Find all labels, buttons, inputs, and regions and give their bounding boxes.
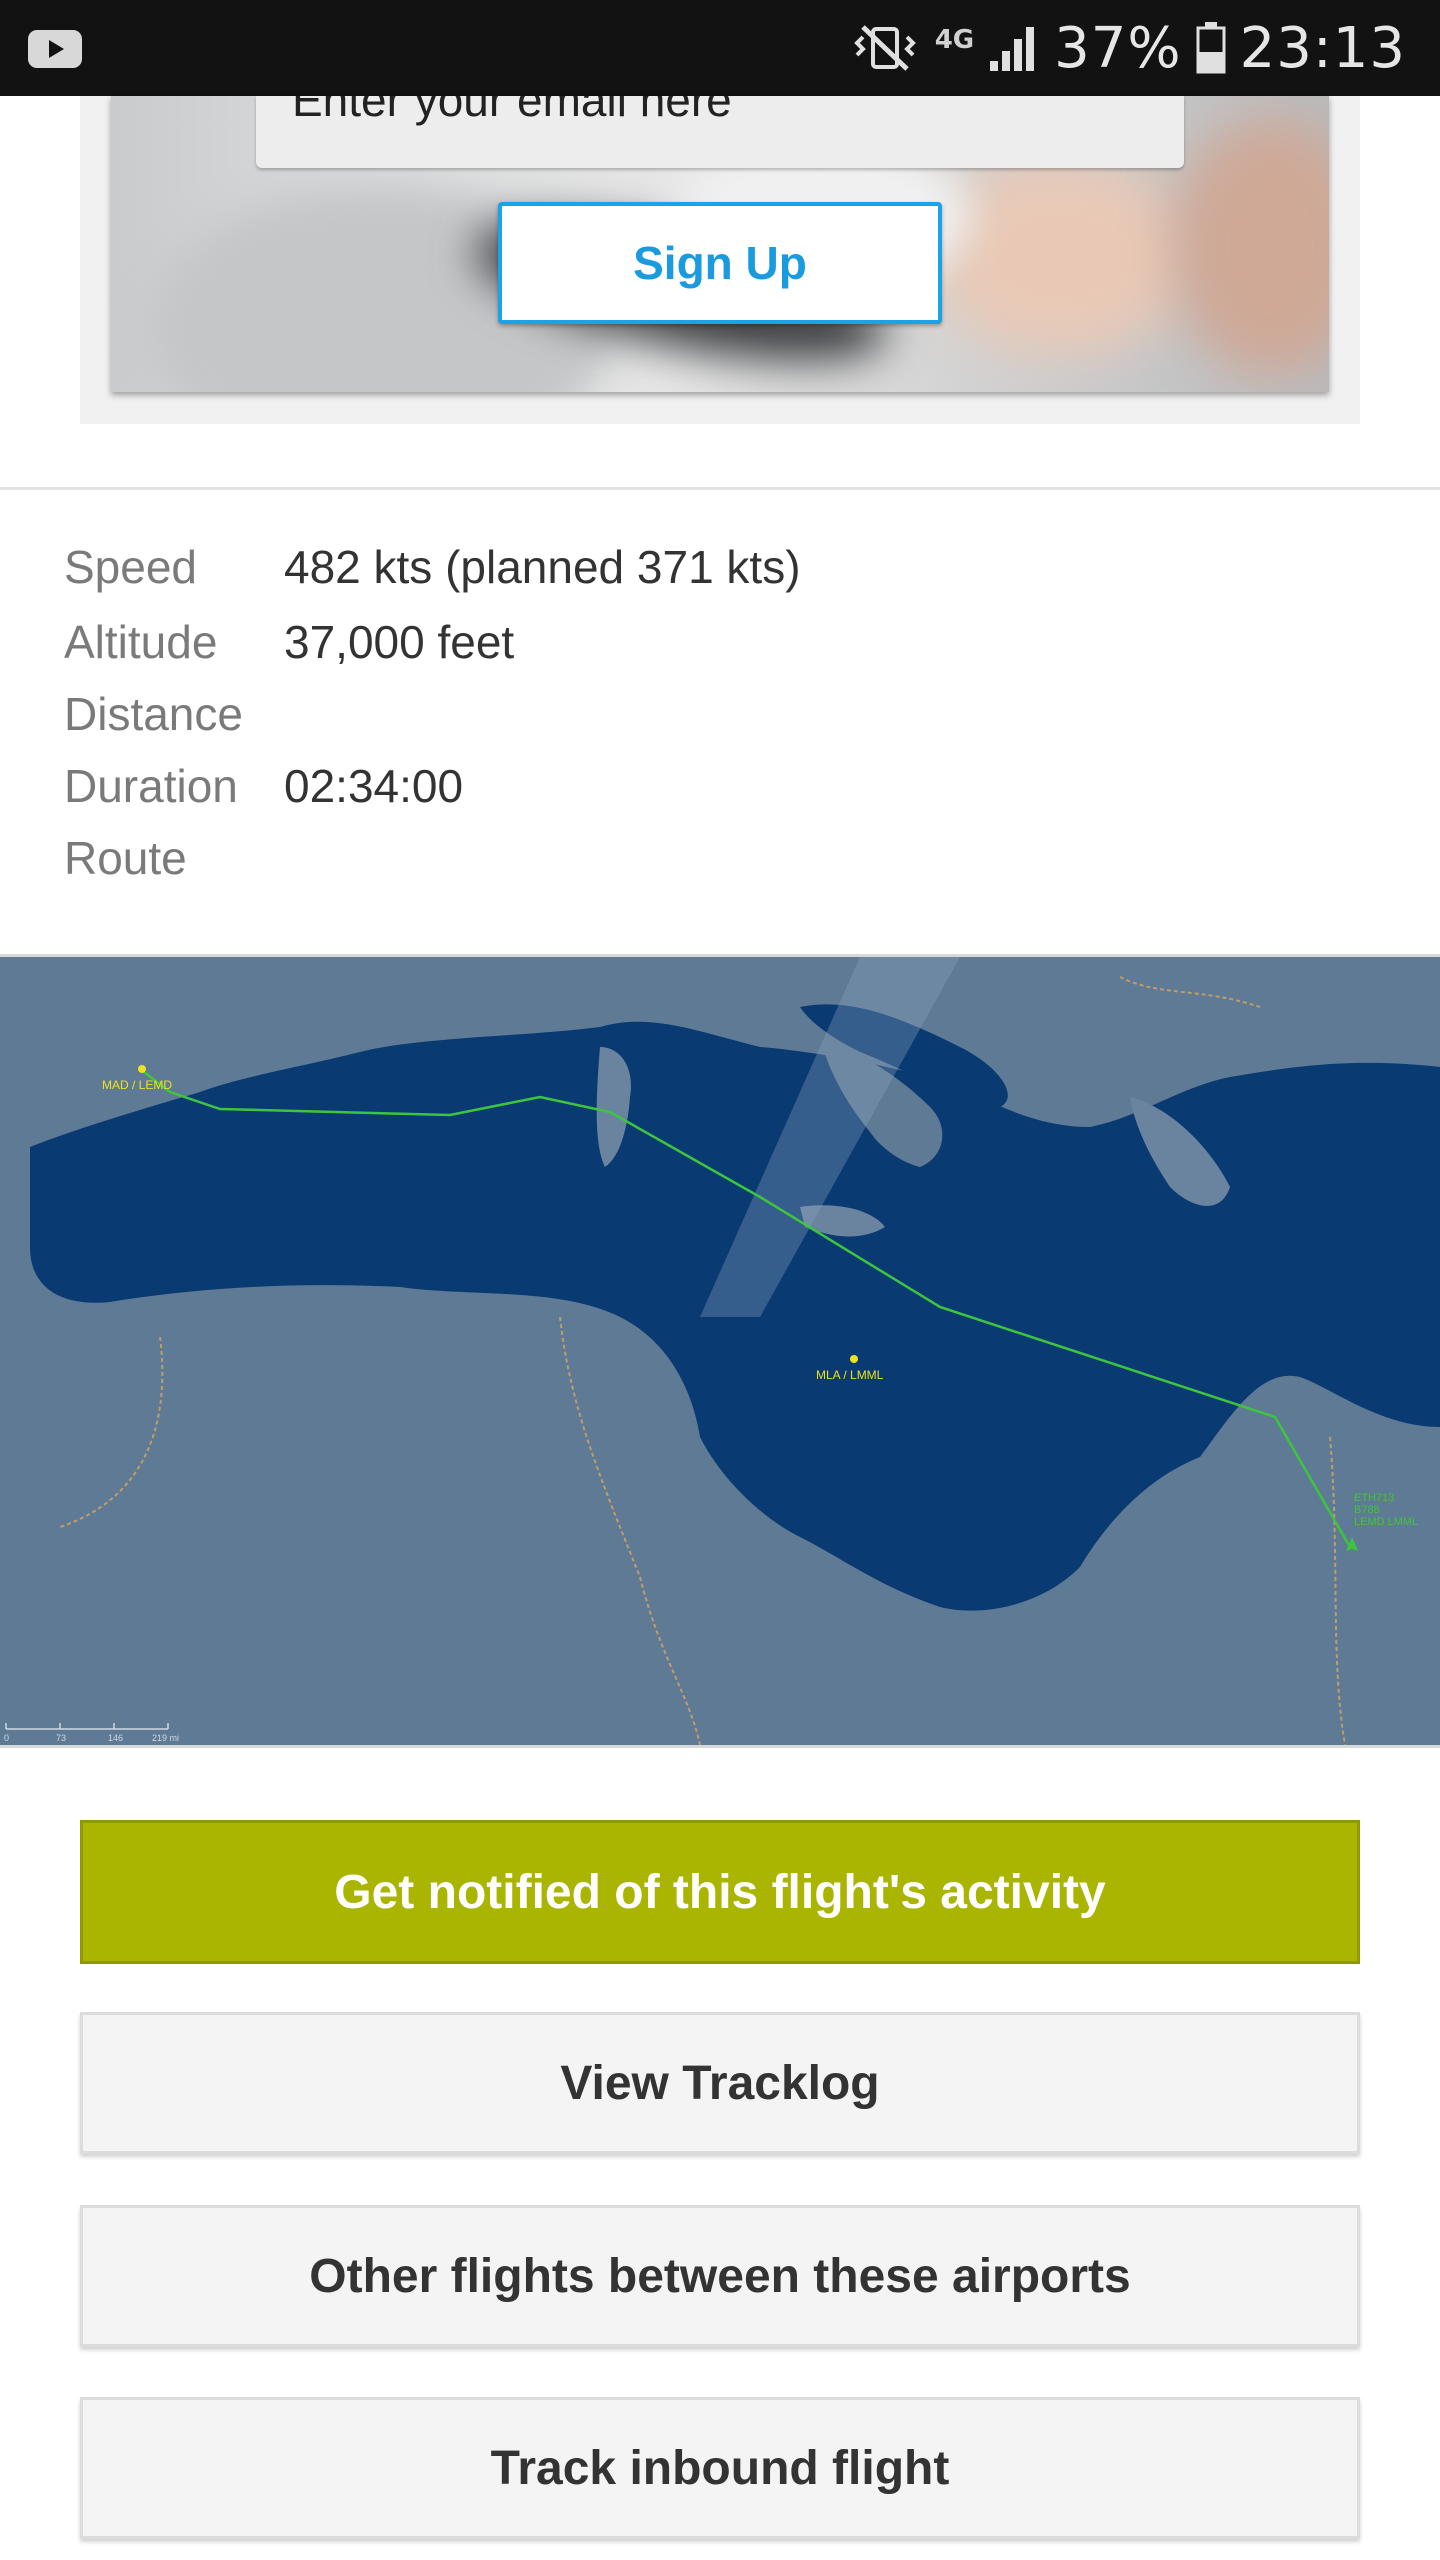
status-bar: 4G 37% 23:13 [0, 0, 1440, 96]
detail-label: Speed [64, 541, 198, 593]
view-tracklog-button[interactable]: View Tracklog [80, 2012, 1360, 2154]
midpoint-marker [850, 1355, 858, 1363]
detail-label: Route [64, 832, 187, 884]
detail-row-duration: Duration 02:34:00 [64, 759, 1364, 819]
email-input[interactable]: Enter your email here [256, 96, 1184, 168]
detail-label: Altitude [64, 616, 218, 668]
detail-row-altitude: Altitude 37,000 feet [64, 615, 1364, 675]
clock: 23:13 [1239, 15, 1406, 81]
scale-label: 146 [108, 1733, 123, 1743]
scale-label: 73 [56, 1733, 66, 1743]
detail-row-speed: Speed 482 kts (planned 371 kts) [64, 540, 1364, 600]
flight-label-aircraft: B788 [1354, 1504, 1380, 1516]
detail-row-distance: Distance [64, 687, 1364, 747]
map-canvas: MAD / LEMD MLA / LMML ETH713 B788 LEMD L… [0, 957, 1440, 1745]
detail-value: 37,000 feet [284, 616, 515, 668]
origin-marker [138, 1065, 146, 1073]
track-inbound-button[interactable]: Track inbound flight [80, 2397, 1360, 2539]
youtube-icon [28, 30, 82, 68]
scale-label: 0 [4, 1733, 9, 1743]
detail-value: 482 kts (planned 371 kts) [284, 541, 801, 593]
detail-row-route: Route [64, 831, 1364, 891]
detail-label: Duration [64, 760, 238, 812]
vibrate-icon [853, 25, 916, 71]
flight-map[interactable]: MAD / LEMD MLA / LMML ETH713 B788 LEMD L… [0, 954, 1440, 1748]
scale-label: 219 mi [152, 1733, 179, 1743]
origin-label: MAD / LEMD [102, 1078, 172, 1092]
flight-label-ident: ETH713 [1354, 1492, 1394, 1504]
sign-up-button[interactable]: Sign Up [498, 202, 942, 324]
network-type: 4G [934, 25, 975, 55]
signal-icon [990, 27, 1035, 71]
other-flights-button[interactable]: Other flights between these airports [80, 2205, 1360, 2347]
midpoint-label: MLA / LMML [816, 1368, 884, 1382]
detail-value: 02:34:00 [284, 760, 464, 812]
detail-label: Distance [64, 688, 243, 740]
battery-percent: 37% [1054, 15, 1182, 81]
section-divider [0, 487, 1440, 490]
flight-label-route: LEMD LMML [1354, 1516, 1418, 1528]
battery-icon [1196, 22, 1226, 74]
get-notified-button[interactable]: Get notified of this flight's activity [80, 1820, 1360, 1964]
signup-banner: Enter your email here Sign Up [80, 96, 1360, 424]
